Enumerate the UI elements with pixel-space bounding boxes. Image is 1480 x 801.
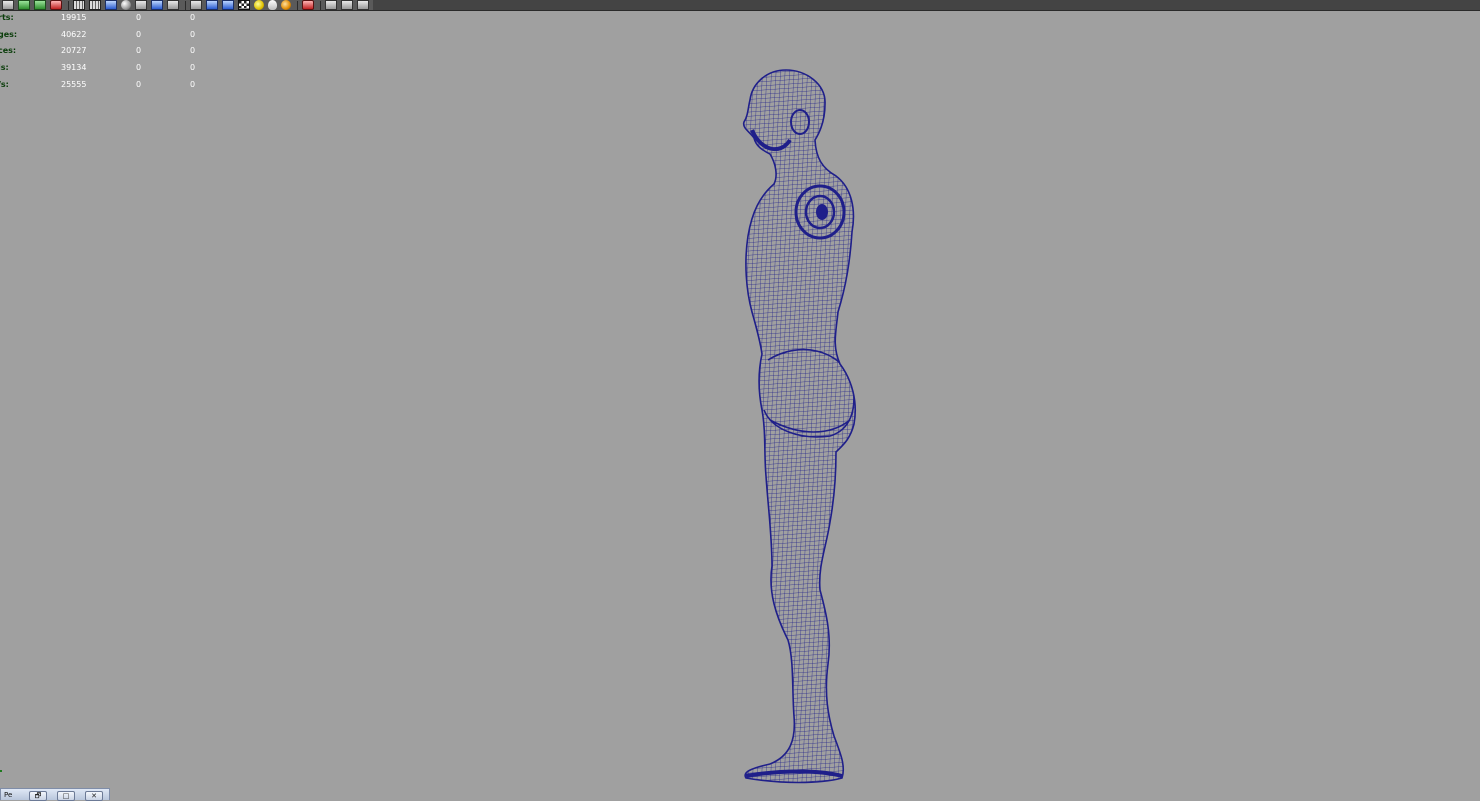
hud-value-component: 0	[190, 79, 196, 89]
toolbar-separator	[185, 0, 186, 10]
hud-value-selected: 0	[136, 13, 142, 22]
maximize-icon: □	[62, 792, 70, 800]
panel-icon[interactable]	[2, 0, 14, 10]
hud-value-component: 0	[190, 29, 196, 39]
hud-value-selected: 0	[136, 46, 142, 56]
pick-icon[interactable]	[302, 0, 314, 10]
shadow-icon[interactable]	[222, 0, 234, 10]
snap-icon[interactable]	[34, 0, 46, 10]
xray-icon[interactable]	[151, 0, 163, 10]
minimized-window[interactable]: Pe 🗗 □ ✕	[0, 788, 110, 801]
bounding-box-icon[interactable]	[121, 0, 131, 10]
hud-row-faces: ces: 20727 0 0	[0, 43, 210, 60]
toolbar-separator	[297, 0, 298, 10]
hud-label: ges:	[0, 29, 18, 39]
viewport-edge-marker	[0, 770, 2, 772]
hud-value-selected: 0	[136, 63, 142, 73]
hud-value-object: 19915	[61, 13, 87, 22]
hud-row-tris: is: 39134 0 0	[0, 60, 210, 77]
light-bulb-icon[interactable]	[268, 0, 277, 10]
hud-label: rts:	[0, 13, 14, 22]
hud-row-edges: ges: 40622 0 0	[0, 27, 210, 44]
hud-value-component: 0	[190, 46, 196, 56]
hud-value-object: 20727	[61, 46, 87, 56]
hud-value-object: 25555	[61, 79, 87, 89]
hud-row-uvs: /s: 25555 0 0	[0, 77, 210, 94]
select-icon[interactable]	[50, 0, 62, 10]
toolbar-separator	[320, 0, 321, 10]
hud-value-object: 40622	[61, 29, 87, 39]
hud-row-verts: rts: 19915 0 0	[0, 10, 210, 27]
textured-icon[interactable]	[135, 0, 147, 10]
shoulder-mesh-core	[816, 204, 828, 220]
close-icon: ✕	[91, 792, 97, 800]
hud-value-selected: 0	[136, 29, 142, 39]
hud-value-component: 0	[190, 13, 196, 22]
hud-label: /s:	[0, 79, 9, 89]
3d-viewport[interactable]: rts: 19915 0 0 ges: 40622 0 0 ces: 20727…	[0, 0, 1480, 801]
cube-icon[interactable]	[325, 0, 337, 10]
display-icon[interactable]	[254, 0, 264, 10]
frame-icon[interactable]	[341, 0, 353, 10]
viewport-toolbar	[0, 0, 1480, 11]
sphere-light-icon[interactable]	[281, 0, 291, 10]
hud-value-component: 0	[190, 63, 196, 73]
hud-value-object: 39134	[61, 63, 87, 73]
hud-label: is:	[0, 63, 9, 73]
hud-label: ces:	[0, 46, 17, 56]
wire-horizontal	[743, 70, 856, 783]
shelf-icon[interactable]	[18, 0, 30, 10]
wireframe-human-model[interactable]	[700, 60, 900, 790]
hud-value-selected: 0	[136, 79, 142, 89]
smooth-shade-icon[interactable]	[105, 0, 117, 10]
wireframe-icon[interactable]	[89, 0, 101, 10]
default-light-icon[interactable]	[190, 0, 202, 10]
camera-icon[interactable]	[238, 0, 250, 10]
grid-icon[interactable]	[73, 0, 85, 10]
toolbar-separator	[68, 0, 69, 10]
all-lights-icon[interactable]	[206, 0, 218, 10]
isolate-icon[interactable]	[167, 0, 179, 10]
restore-icon: 🗗	[34, 792, 42, 800]
viewport-toolbar-icons	[0, 0, 373, 10]
poly-count-hud: rts: 19915 0 0 ges: 40622 0 0 ces: 20727…	[0, 10, 210, 93]
minimized-window-title: Pe	[4, 791, 13, 799]
share-icon[interactable]	[357, 0, 369, 10]
